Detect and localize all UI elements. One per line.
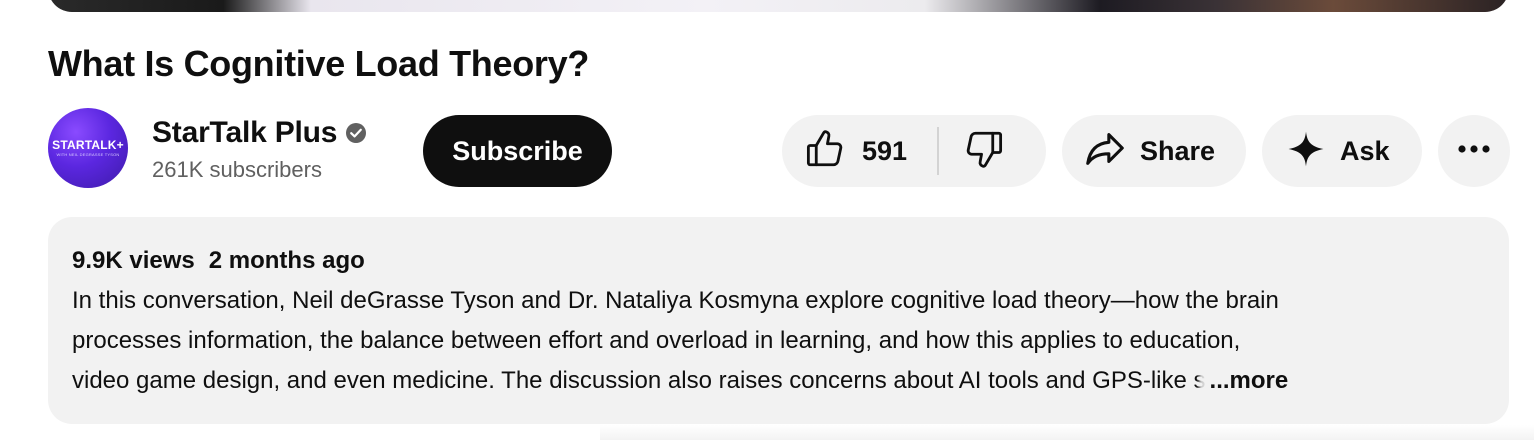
share-button[interactable]: Share	[1062, 115, 1246, 187]
description-line: In this conversation, Neil deGrasse Tyso…	[72, 287, 1279, 314]
watch-page: What Is Cognitive Load Theory? STARTALK+…	[0, 0, 1534, 440]
more-horizontal-icon	[1456, 142, 1492, 160]
more-actions-button[interactable]	[1438, 115, 1510, 187]
avatar-sub-text: WITH NEIL DEGRASSE TYSON	[56, 152, 120, 157]
bottom-shadow	[600, 425, 1534, 440]
verified-badge-icon	[345, 122, 367, 144]
channel-avatar[interactable]: STARTALK+ WITH NEIL DEGRASSE TYSON	[48, 108, 128, 188]
ask-label: Ask	[1340, 135, 1390, 166]
description-meta: 9.9K views 2 months ago	[72, 241, 1485, 281]
subscribe-button[interactable]: Subscribe	[423, 115, 612, 187]
description-box[interactable]: 9.9K views 2 months ago In this conversat…	[48, 217, 1509, 424]
share-arrow-icon	[1082, 126, 1128, 177]
ask-button[interactable]: Ask	[1262, 115, 1422, 187]
share-label: Share	[1140, 135, 1216, 166]
thumbs-up-icon	[804, 128, 846, 175]
description-last-line: video game design, and even medicine. Th…	[72, 361, 1482, 401]
avatar-logo-text: STARTALK+	[52, 138, 124, 152]
like-button[interactable]: 591	[782, 115, 937, 187]
thumbs-down-icon	[963, 128, 1005, 175]
show-more-link[interactable]: ...more	[1210, 361, 1289, 401]
description-line: video game design, and even medicine. Th…	[72, 367, 1187, 394]
description-line: processes information, the balance betwe…	[72, 327, 1241, 354]
dislike-button[interactable]	[939, 115, 1005, 187]
description-text: In this conversation, Neil deGrasse Tyso…	[72, 281, 1482, 401]
channel-name-row: StarTalk Plus	[152, 114, 367, 152]
view-count: 9.9K views	[72, 247, 195, 274]
description-fade-text: s	[1194, 361, 1206, 401]
video-player[interactable]	[48, 0, 1509, 12]
like-dislike-group: 591	[782, 115, 1046, 187]
video-title: What Is Cognitive Load Theory?	[48, 43, 590, 84]
sparkle-icon	[1284, 127, 1328, 176]
upload-date: 2 months ago	[208, 247, 365, 274]
channel-name[interactable]: StarTalk Plus	[152, 116, 337, 150]
subscriber-count: 261K subscribers	[152, 157, 322, 182]
like-count: 591	[862, 135, 908, 166]
